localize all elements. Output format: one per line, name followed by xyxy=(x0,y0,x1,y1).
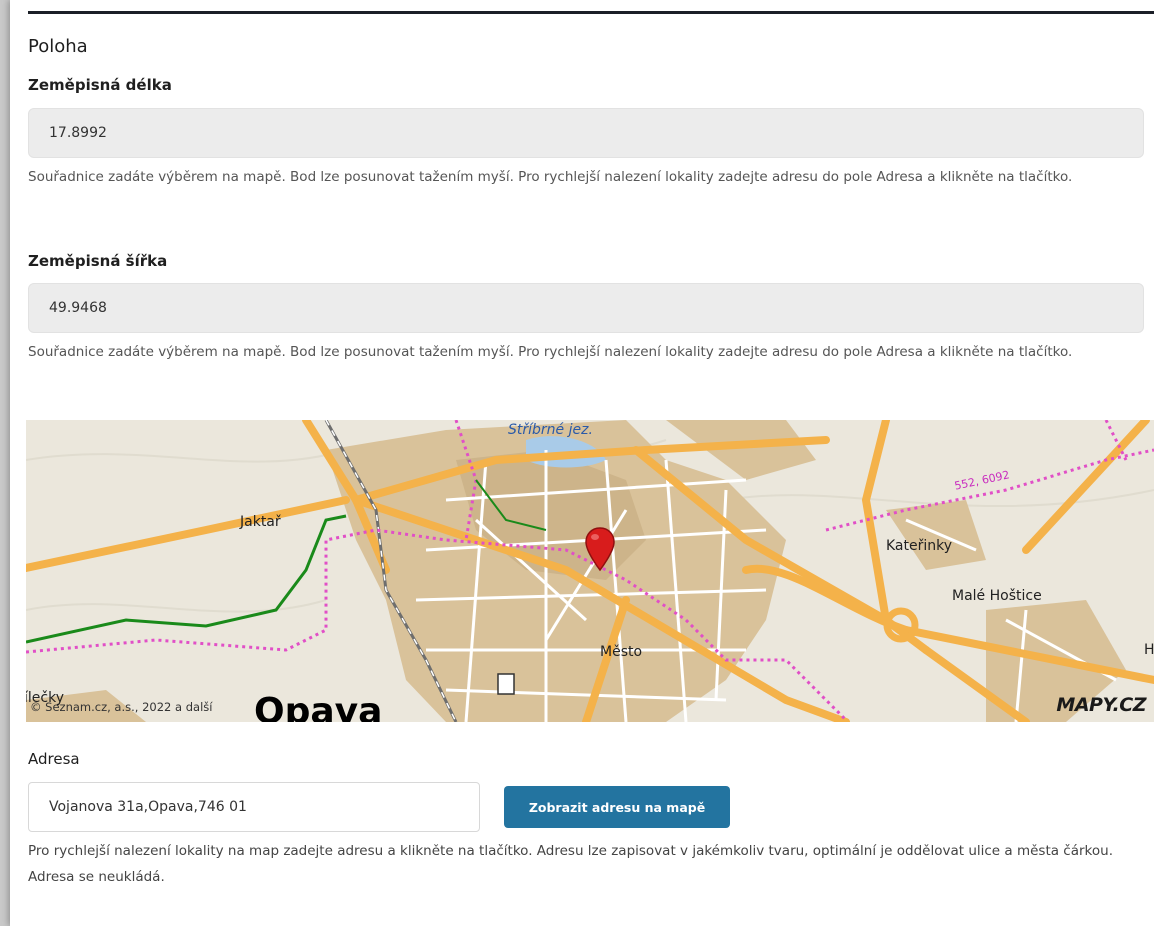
address-help-text: Pro rychlejší nalezení lokality na map z… xyxy=(28,843,1113,885)
map-copyright[interactable]: © Seznam.cz, a.s., 2022 a další xyxy=(30,700,212,714)
map-label-jaktar: Jaktař xyxy=(240,514,281,530)
show-address-on-map-button[interactable]: Zobrazit adresu na mapě xyxy=(504,786,730,828)
longitude-label: Zeměpisná délka xyxy=(28,76,172,94)
map-label-male-hostice: Malé Hoštice xyxy=(952,588,1042,604)
address-input[interactable] xyxy=(28,782,480,832)
map-label-mesto: Město xyxy=(600,644,643,660)
section-title: Poloha xyxy=(28,36,88,57)
map-label-city: Opava xyxy=(254,691,383,722)
latitude-help-text: Souřadnice zadáte výběrem na mapě. Bod l… xyxy=(28,344,1073,360)
latitude-field[interactable]: 49.9468 xyxy=(28,283,1144,333)
location-form-panel: Poloha Zeměpisná délka 17.8992 Souřadnic… xyxy=(10,0,1154,926)
mapy-cz-logo[interactable]: MAPY.CZ xyxy=(1056,694,1146,716)
map-label-katerinky: Kateřinky xyxy=(886,538,953,554)
address-label: Adresa xyxy=(28,750,80,768)
map-marker-icon[interactable] xyxy=(584,526,616,572)
map-view[interactable]: Stříbrné jez. 552, 6092 Jaktař Kateřinky… xyxy=(26,420,1154,722)
longitude-field[interactable]: 17.8992 xyxy=(28,108,1144,158)
top-border xyxy=(28,11,1154,14)
latitude-label: Zeměpisná šířka xyxy=(28,252,168,270)
map-label-edge-right: H xyxy=(1144,642,1154,658)
longitude-help-text: Souřadnice zadáte výběrem na mapě. Bod l… xyxy=(28,169,1073,185)
mapy-cz-logo-text: MAPY.CZ xyxy=(1056,694,1146,716)
map-label-lake: Stříbrné jez. xyxy=(508,422,593,438)
